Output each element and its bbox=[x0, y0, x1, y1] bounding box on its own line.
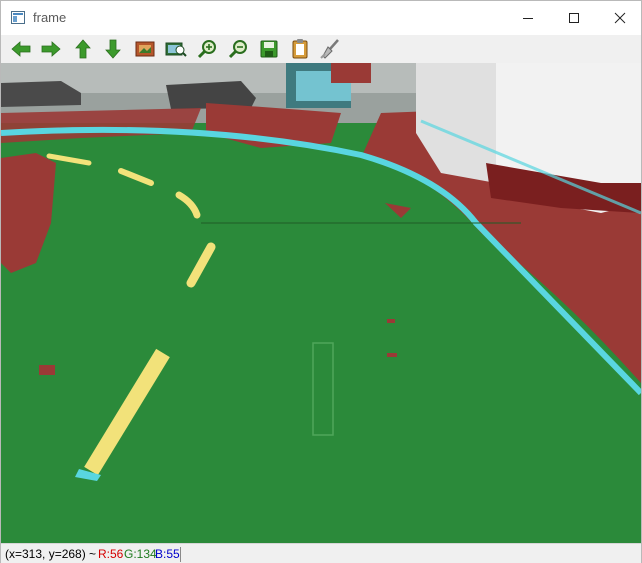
save-button[interactable] bbox=[256, 37, 282, 61]
close-icon bbox=[614, 12, 626, 24]
properties-button[interactable] bbox=[317, 37, 343, 61]
window-title: frame bbox=[33, 10, 67, 25]
cursor-coordinates: (x=313, y=268) ~ bbox=[5, 547, 97, 561]
copy-button[interactable] bbox=[287, 37, 313, 61]
arrow-left-icon bbox=[11, 41, 31, 57]
zoom-out-icon bbox=[228, 40, 247, 59]
pixel-red-value: R:56 bbox=[98, 547, 124, 561]
image-view[interactable] bbox=[1, 63, 641, 543]
pan-left-button[interactable] bbox=[8, 37, 34, 61]
maximize-button[interactable] bbox=[551, 1, 597, 35]
brush-icon bbox=[320, 39, 339, 59]
minimize-icon bbox=[523, 18, 533, 19]
zoom-original-button[interactable] bbox=[163, 37, 189, 61]
image-fit-icon bbox=[135, 41, 155, 57]
pixel-blue-value: B:55 bbox=[155, 547, 180, 561]
title-bar[interactable]: frame bbox=[1, 1, 641, 35]
arrow-down-icon bbox=[105, 39, 121, 59]
status-bar: (x=313, y=268) ~ R:56 G:134 B:55 bbox=[1, 543, 641, 563]
zoom-in-button[interactable] bbox=[194, 37, 220, 61]
opencv-window: frame (x=313, y=268) ~ R:56 G:134 B:55 bbox=[0, 0, 642, 563]
clipboard-icon bbox=[292, 39, 308, 59]
pan-up-button[interactable] bbox=[70, 37, 96, 61]
segmentation-frame bbox=[1, 63, 641, 543]
status-separator bbox=[180, 547, 181, 562]
pixel-green-value: G:134 bbox=[124, 547, 157, 561]
save-icon bbox=[260, 40, 278, 58]
toolbar bbox=[1, 35, 641, 63]
pan-right-button[interactable] bbox=[38, 37, 64, 61]
maximize-icon bbox=[569, 13, 579, 23]
pan-down-button[interactable] bbox=[100, 37, 126, 61]
zoom-in-icon bbox=[197, 40, 216, 59]
zoom-fit-button[interactable] bbox=[132, 37, 158, 61]
app-icon bbox=[11, 11, 25, 24]
arrow-up-icon bbox=[75, 39, 91, 59]
arrow-right-icon bbox=[41, 41, 61, 57]
image-original-icon bbox=[165, 42, 187, 57]
zoom-out-button[interactable] bbox=[225, 37, 251, 61]
minimize-button[interactable] bbox=[505, 1, 551, 35]
close-button[interactable] bbox=[597, 1, 642, 35]
